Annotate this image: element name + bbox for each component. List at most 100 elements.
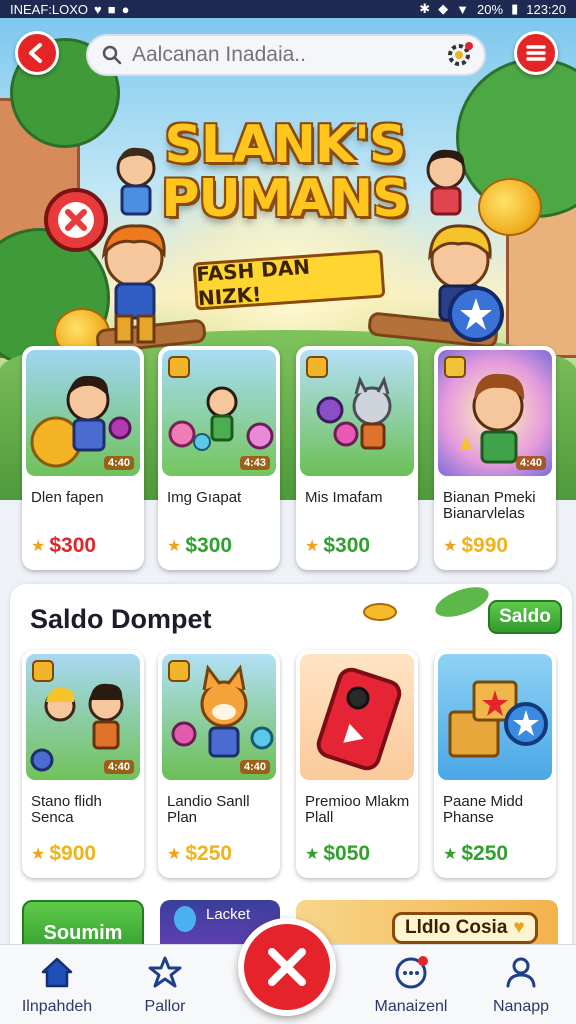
partial-card-label: Soumim <box>43 922 123 944</box>
character-red-shirt-illustration <box>426 149 466 216</box>
settings-button[interactable] <box>444 38 476 70</box>
badge-icon <box>168 356 190 378</box>
star-icon: ★ <box>167 538 182 555</box>
product-card[interactable]: 4:43 Img Gıapat ★ $300 <box>158 346 280 570</box>
user-icon <box>506 957 536 988</box>
partial-card-text: Lldlo Cosia <box>405 917 508 938</box>
leaf-decoration <box>435 587 489 617</box>
search-icon <box>102 45 122 65</box>
product-thumbnail: 4:40 <box>162 654 276 780</box>
product-price: ★ $300 <box>167 534 232 558</box>
badge-icon <box>32 660 54 682</box>
product-thumbnail <box>438 654 552 780</box>
wallet-item-card[interactable]: 4:40 Stano flidh Senca ★ $900 <box>22 650 144 878</box>
back-button[interactable] <box>15 31 59 75</box>
nav-label: Ilnpahdeh <box>21 998 93 1015</box>
product-card[interactable]: 4:40 Bianan Pmeki Bianarvlelas ★ $990 <box>434 346 556 570</box>
target-badge-icon <box>44 188 108 252</box>
shield-badge-icon <box>444 356 466 378</box>
wallet-item-card[interactable]: 4:40 Landio Sanll Plan ★ $250 <box>158 650 280 878</box>
price-value: $250 <box>185 842 233 865</box>
star-icon: ★ <box>167 846 182 863</box>
nav-item-favorites[interactable]: Pallor <box>110 955 220 1016</box>
close-icon <box>268 948 306 986</box>
star-icon: ★ <box>443 538 458 555</box>
section-title: Saldo Dompet <box>30 604 212 634</box>
product-price: ★ $050 <box>305 842 370 866</box>
wifi-icon: ◆ <box>438 1 449 16</box>
hamburger-menu-icon <box>526 45 546 61</box>
star-icon: ★ <box>305 846 320 863</box>
product-name: Dlen fapen <box>31 489 104 506</box>
price-value: $050 <box>323 842 371 865</box>
battery-text: 20% <box>477 1 504 17</box>
balloon-icon <box>174 906 196 932</box>
heart-icon: ♥ <box>513 917 525 938</box>
level-badge: 4:40 <box>103 760 134 774</box>
nav-label: Nanapp <box>492 998 550 1015</box>
star-icon: ★ <box>31 538 46 555</box>
star-icon: ★ <box>305 538 320 555</box>
close-button[interactable] <box>238 918 336 1016</box>
product-price: ★ $250 <box>167 842 232 866</box>
menu-button[interactable] <box>514 31 558 75</box>
product-card[interactable]: 4:40 Dlen fapen ★ $300 <box>22 346 144 570</box>
badge-icon <box>306 356 328 378</box>
star-icon: ★ <box>31 846 46 863</box>
price-value: $300 <box>185 534 233 557</box>
game-title-line2: PUMANS <box>161 169 409 229</box>
red-phone-illustration <box>316 667 402 771</box>
search-input[interactable] <box>132 43 442 67</box>
character-small-boy-illustration <box>116 147 156 216</box>
price-value: $300 <box>323 534 371 557</box>
product-thumbnail: 4:40 <box>438 350 552 476</box>
product-name: Img Gıapat <box>167 489 242 506</box>
home-icon <box>41 957 73 988</box>
sim-icon: ■ <box>107 1 116 17</box>
bluetooth-icon: ✱ <box>419 1 431 16</box>
product-name: Mis Imafam <box>305 489 383 506</box>
level-badge: 4:43 <box>239 456 270 470</box>
chat-icon <box>395 956 428 989</box>
product-name: Premioo Mlakm Plall <box>305 793 410 826</box>
arrow-left-icon <box>29 43 42 63</box>
partial-card-label: Lldlo Cosia ♥ <box>392 912 538 944</box>
star-icon: ★ <box>443 846 458 863</box>
price-value: $250 <box>461 842 509 865</box>
shield-badge-icon <box>448 286 504 342</box>
level-badge: 4:40 <box>515 456 546 470</box>
product-price: ★ $990 <box>443 534 508 558</box>
price-value: $300 <box>49 534 97 557</box>
star-icon <box>148 956 182 988</box>
wallet-item-card[interactable]: Premioo Mlakm Plall ★ $050 <box>296 650 418 878</box>
price-value: $990 <box>461 534 509 557</box>
game-title: SLANK'S PUMANS <box>160 118 410 226</box>
product-thumbnail: 4:40 <box>26 350 140 476</box>
nav-label: Manaizenl <box>374 998 448 1015</box>
gear-icon <box>448 42 473 66</box>
wallet-item-card[interactable]: Paane Midd Phanse ★ $250 <box>434 650 556 878</box>
nav-item-profile[interactable]: Nanapp <box>466 955 576 1016</box>
coin-decoration <box>363 603 397 621</box>
saldo-button[interactable]: Saldo <box>488 600 562 634</box>
search-bar[interactable] <box>86 34 486 76</box>
partial-card-label: Lacket <box>206 906 251 923</box>
nav-item-messages[interactable]: Manaizenl <box>356 955 466 1016</box>
status-text: INEAF:LOXO <box>10 1 89 17</box>
product-thumbnail: 4:40 <box>26 654 140 780</box>
product-name: Bianan Pmeki Bianarvlelas <box>443 489 536 522</box>
product-name: Landio Sanll Plan <box>167 793 250 826</box>
signal-icon: ▼ <box>456 1 470 17</box>
product-name: Stano flidh Senca <box>31 793 102 826</box>
price-value: $900 <box>49 842 97 865</box>
product-card[interactable]: Mis Imafam ★ $300 <box>296 346 418 570</box>
level-badge: 4:40 <box>103 456 134 470</box>
product-thumbnail <box>300 350 414 476</box>
badge-icon <box>168 660 190 682</box>
clock-text: 123:20 <box>526 1 566 17</box>
status-bar: INEAF:LOXO ♥ ■ ● ✱ ◆ ▼ 20% ▮ 123:20 <box>0 0 576 18</box>
product-price: ★ $300 <box>305 534 370 558</box>
battery-icon: ▮ <box>511 1 519 16</box>
dot-icon: ● <box>121 1 130 17</box>
nav-item-home[interactable]: Ilnpahdeh <box>2 955 112 1016</box>
